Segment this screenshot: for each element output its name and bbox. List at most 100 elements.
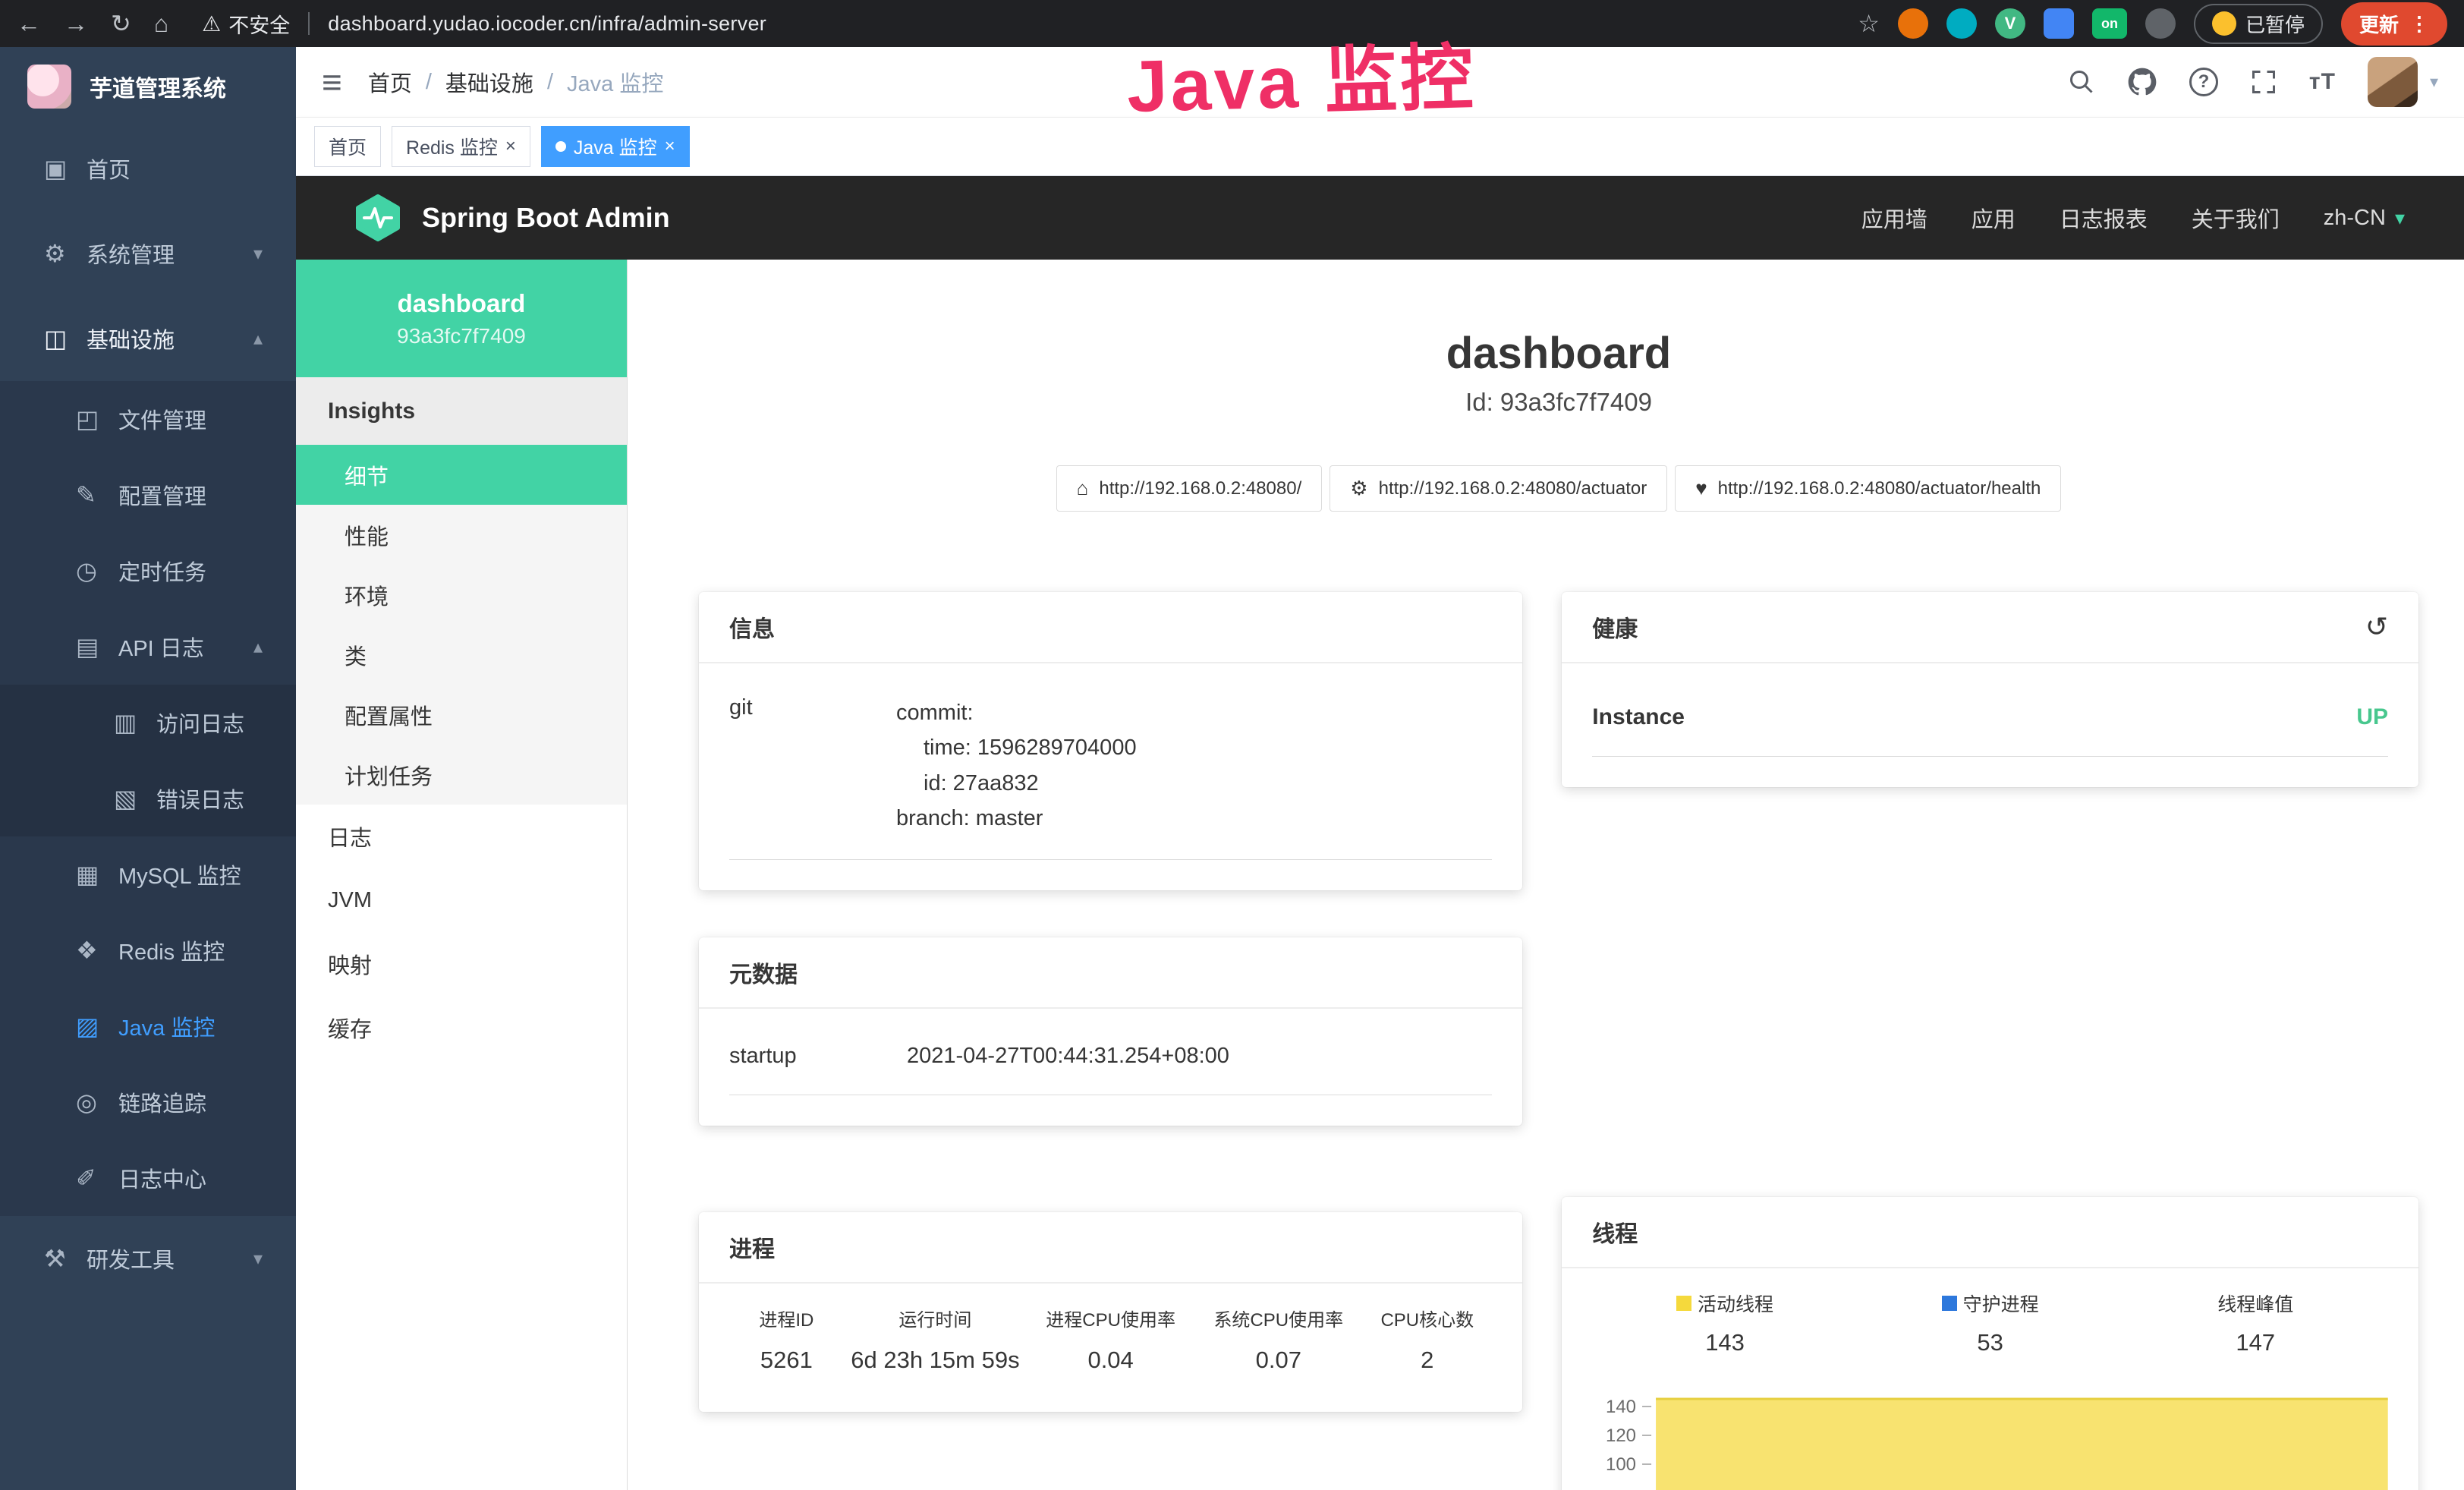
git-id-line: id: 27aa832 (896, 766, 1137, 801)
sba-item-scheduled-tasks[interactable]: 计划任务 (296, 745, 627, 805)
close-icon[interactable]: × (505, 136, 516, 157)
y-tick-120: 120 (1606, 1425, 1636, 1446)
sidebar-item-config-management[interactable]: ✎ 配置管理 (0, 457, 296, 533)
process-table-values: 5261 6d 23h 15m 59s 0.04 0.07 2 (729, 1347, 1492, 1381)
cards-left-column: 信息 git commit: time: 1596289704000 (699, 592, 1522, 1412)
breadcrumb: 首页 / 基础设施 / Java 监控 (368, 66, 663, 98)
avatar-caret-icon[interactable]: ▾ (2430, 72, 2438, 92)
search-icon[interactable] (2068, 68, 2095, 96)
breadcrumb-infrastructure[interactable]: 基础设施 (445, 66, 533, 98)
sidebar-item-label: 错误日志 (156, 783, 244, 814)
java-monitor-icon: ▨ (76, 1012, 118, 1041)
service-url-button[interactable]: ⌂ http://192.168.0.2:48080/ (1056, 465, 1323, 512)
site-security[interactable]: ⚠ 不安全 (202, 9, 290, 39)
process-col-uptime: 运行时间 (844, 1305, 1027, 1331)
breadcrumb-separator: / (426, 70, 432, 95)
fullscreen-icon[interactable] (2250, 68, 2277, 96)
reload-button[interactable]: ↻ (111, 11, 131, 36)
chevron-down-icon: ▾ (253, 243, 263, 265)
spring-boot-admin: Spring Boot Admin 应用墙 应用 日志报表 关于我们 zh-CN… (296, 176, 2464, 1490)
extension-icon-vue[interactable]: V (1995, 8, 2025, 39)
sidebar-item-log-center[interactable]: ✐ 日志中心 (0, 1140, 296, 1216)
extension-icon-switch[interactable]: on (2092, 8, 2127, 39)
breadcrumb-home[interactable]: 首页 (368, 66, 412, 98)
back-button[interactable]: ← (17, 11, 41, 36)
sidebar-item-api-logs[interactable]: ▤ API 日志 ▴ (0, 609, 296, 685)
access-log-icon: ▥ (114, 708, 156, 737)
sba-nav-about[interactable]: 关于我们 (2192, 202, 2280, 234)
home-button[interactable]: ⌂ (154, 11, 168, 36)
forward-button[interactable]: → (64, 11, 88, 36)
close-icon[interactable]: × (665, 136, 675, 157)
kebab-menu-icon[interactable]: ⋮ (2409, 12, 2429, 36)
extension-icon-1[interactable] (1898, 8, 1928, 39)
sba-item-mappings[interactable]: 映射 (296, 932, 627, 996)
sba-item-environment[interactable]: 环境 (296, 565, 627, 625)
extension-icon-6[interactable] (2145, 8, 2176, 39)
sidebar-item-home[interactable]: ▣ 首页 (0, 126, 296, 211)
browser-actions: ☆ V on 已暂停 更新 ⋮ (1858, 2, 2447, 46)
actuator-url: http://192.168.0.2:48080/actuator (1379, 478, 1647, 499)
sidebar-item-access-logs[interactable]: ▥ 访问日志 (0, 685, 296, 761)
app-logo-row[interactable]: 芋道管理系统 (0, 47, 296, 126)
y-tick-100: 100 (1606, 1454, 1636, 1475)
extension-icon-4[interactable] (2044, 8, 2074, 39)
threads-area-chart: 140 120 100 (1592, 1376, 2388, 1490)
address-bar[interactable]: ⚠ 不安全 dashboard.yudao.iocoder.cn/infra/a… (202, 9, 766, 39)
cards-grid: 信息 git commit: time: 1596289704000 (699, 592, 2418, 1490)
sidebar-item-label: 系统管理 (87, 238, 175, 269)
profile-badge[interactable]: 已暂停 (2194, 4, 2323, 44)
sba-item-metrics[interactable]: 性能 (296, 505, 627, 565)
chevron-up-icon: ▴ (253, 636, 263, 658)
font-size-icon[interactable]: тT (2309, 69, 2336, 95)
sba-nav-wallboard[interactable]: 应用墙 (1861, 202, 1927, 234)
health-url-button[interactable]: ♥ http://192.168.0.2:48080/actuator/heal… (1675, 465, 2061, 512)
tab-redis-monitor[interactable]: Redis 监控 × (392, 126, 530, 167)
github-icon[interactable] (2127, 67, 2157, 97)
health-card: 健康 ↺ Instance UP (1562, 592, 2418, 787)
sba-brand[interactable]: Spring Boot Admin (354, 194, 670, 242)
process-col-pid: 进程ID (729, 1305, 844, 1331)
sidebar-item-tracing[interactable]: ◎ 链路追踪 (0, 1064, 296, 1140)
threads-legend: 活动线程 143 守护进程 (1592, 1290, 2388, 1356)
hamburger-icon[interactable]: ≡ (322, 65, 342, 99)
update-button[interactable]: 更新 ⋮ (2341, 2, 2447, 46)
sba-item-caches[interactable]: 缓存 (296, 996, 627, 1060)
sidebar-item-infrastructure[interactable]: ◫ 基础设施 ▴ (0, 296, 296, 381)
sba-main: dashboard Id: 93a3fc7f7409 ⌂ http://192.… (628, 260, 2464, 1490)
sba-item-logs[interactable]: 日志 (296, 805, 627, 868)
actuator-url-button[interactable]: ⚙ http://192.168.0.2:48080/actuator (1330, 465, 1667, 512)
app-logo (27, 65, 71, 109)
daemon-threads-value: 53 (1858, 1329, 2123, 1356)
legend-label: 活动线程 (1698, 1290, 1773, 1317)
sba-item-classes[interactable]: 类 (296, 625, 627, 685)
sidebar-item-label: 链路追踪 (118, 1086, 206, 1118)
process-cores: 2 (1362, 1347, 1492, 1374)
sba-nav-journal[interactable]: 日志报表 (2060, 202, 2148, 234)
sidebar-item-error-logs[interactable]: ▧ 错误日志 (0, 761, 296, 836)
sidebar-item-dev-tools[interactable]: ⚒ 研发工具 ▾ (0, 1216, 296, 1301)
sba-item-jvm[interactable]: JVM (296, 868, 627, 932)
sba-item-details[interactable]: 细节 (296, 445, 627, 505)
sba-locale-select[interactable]: zh-CN ▾ (2324, 206, 2405, 231)
process-syscpu: 0.07 (1194, 1347, 1362, 1374)
sidebar-item-file-management[interactable]: ◰ 文件管理 (0, 381, 296, 457)
extension-icon-2[interactable] (1946, 8, 1977, 39)
sba-nav-applications[interactable]: 应用 (1972, 202, 2016, 234)
sidebar-item-redis-monitor[interactable]: ❖ Redis 监控 (0, 912, 296, 988)
sidebar-item-mysql-monitor[interactable]: ▦ MySQL 监控 (0, 836, 296, 912)
sidebar-item-java-monitor[interactable]: ▨ Java 监控 (0, 988, 296, 1064)
tab-java-monitor[interactable]: Java 监控 × (541, 126, 690, 167)
sidebar-item-system-management[interactable]: ⚙ 系统管理 ▾ (0, 211, 296, 296)
avatar[interactable] (2368, 57, 2418, 107)
sidebar-item-scheduled-tasks[interactable]: ◷ 定时任务 (0, 533, 296, 609)
instance-links: ⌂ http://192.168.0.2:48080/ ⚙ http://192… (699, 465, 2418, 512)
help-icon[interactable]: ? (2189, 68, 2218, 96)
main-column: ≡ 首页 / 基础设施 / Java 监控 ? тT ▾ (296, 47, 2464, 1490)
history-icon[interactable]: ↺ (2365, 611, 2388, 643)
url-text[interactable]: dashboard.yudao.iocoder.cn/infra/admin-s… (328, 12, 766, 36)
bookmark-star-icon[interactable]: ☆ (1858, 11, 1880, 36)
sba-instance-header[interactable]: dashboard 93a3fc7f7409 (296, 260, 627, 377)
tab-home[interactable]: 首页 (314, 126, 381, 167)
sba-item-config-props[interactable]: 配置属性 (296, 685, 627, 745)
